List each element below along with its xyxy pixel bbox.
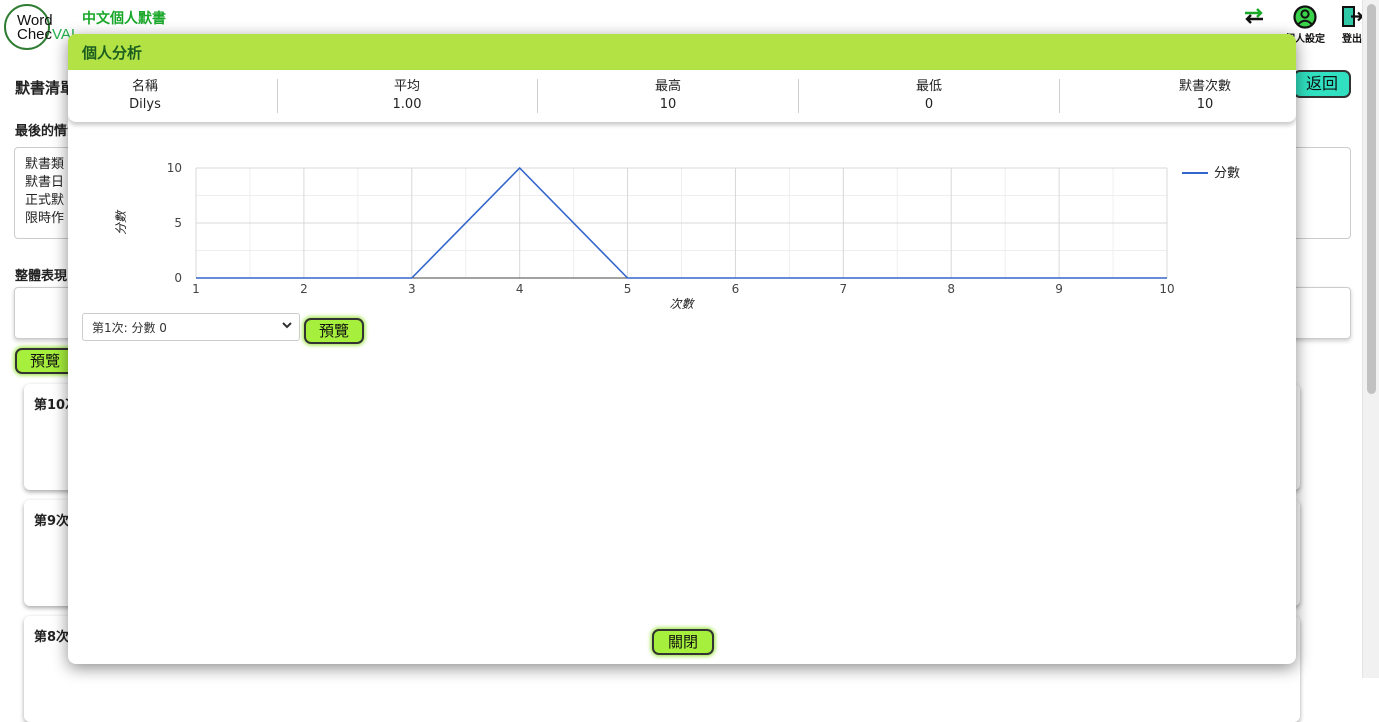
stat-lowest: 最低 0 [799,78,1059,114]
stat-value: 10 [1075,96,1296,114]
chevron-down-icon [280,318,294,335]
x-tick-label: 6 [732,282,740,296]
stat-name: 名稱 Dilys [68,78,275,114]
stat-highest: 最高 10 [538,78,798,114]
stat-label: 最高 [538,78,798,96]
dictation-list-title: 默書清單 [15,77,75,98]
stat-label: 平均 [277,78,537,96]
stat-value: 10 [538,96,798,114]
x-tick-label: 8 [947,282,955,296]
stat-value: 0 [799,96,1059,114]
y-tick-label: 5 [174,216,182,230]
x-tick-label: 10 [1159,282,1174,296]
stat-label: 最低 [799,78,1059,96]
app-title: 中文個人默書 [82,8,166,28]
attempt-card-title: 第8次 [34,626,69,645]
switch-button[interactable] [1234,4,1274,30]
personal-analysis-modal: 個人分析 名稱 Dilys 平均 1.00 最高 10 最低 0 默書次數 10… [68,34,1296,664]
stat-dictation-count: 默書次數 10 [1075,78,1296,114]
stat-label: 默書次數 [1075,78,1296,96]
stats-bar: 名稱 Dilys 平均 1.00 最高 10 最低 0 默書次數 10 [68,70,1296,122]
swap-arrows-icon [1234,4,1274,30]
logo-text-line2: ChecVAI [17,26,75,43]
wordcheck-logo[interactable]: Word ChecVAI [4,4,76,48]
back-button[interactable]: 返回 [1293,70,1351,98]
scrollbar-thumb[interactable] [1367,4,1376,394]
x-tick-label: 3 [408,282,416,296]
stat-average: 平均 1.00 [277,78,537,114]
user-circle-icon [1282,4,1328,30]
legend-label: 分數 [1214,166,1240,181]
modal-preview-button[interactable]: 預覽 [304,318,364,344]
x-axis-title: 次數 [669,297,695,311]
attempt-select-value: 第1次: 分數 0 [92,319,167,336]
y-axis-title: 分數 [114,209,128,235]
x-tick-label: 9 [1055,282,1063,296]
stat-value: Dilys [68,96,275,114]
page-scrollbar[interactable] [1362,0,1379,678]
attempt-select[interactable]: 第1次: 分數 0 [82,313,300,341]
x-tick-label: 1 [192,282,200,296]
x-tick-label: 4 [516,282,524,296]
close-button[interactable]: 關閉 [652,629,714,655]
overall-performance-label: 整體表現 [15,265,67,284]
stat-divider [1059,79,1060,113]
x-tick-label: 5 [624,282,632,296]
background-preview-button[interactable]: 預覽 [15,348,75,374]
logout-label: 登出 [1342,34,1362,45]
score-line-chart: 123456789100510次數分數分數 [68,144,1296,314]
stat-label: 名稱 [68,78,275,96]
stat-value: 1.00 [277,96,537,114]
x-tick-label: 2 [300,282,308,296]
modal-title: 個人分析 [82,42,142,63]
attempt-card-title: 第9次 [34,510,69,529]
y-tick-label: 10 [167,161,182,175]
modal-header: 個人分析 [68,34,1296,70]
x-tick-label: 7 [840,282,848,296]
y-tick-label: 0 [174,271,182,285]
